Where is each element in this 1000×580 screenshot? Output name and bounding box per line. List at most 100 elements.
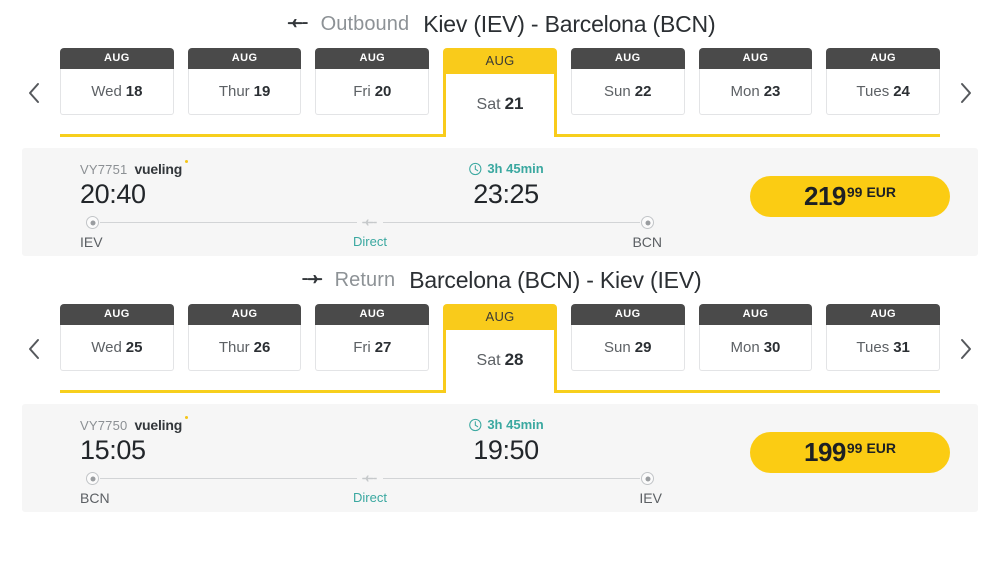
section-outbound: Outbound Kiev (IEV) - Barcelona (BCN) AU… — [0, 0, 1000, 256]
outbound-date-tab-2[interactable]: AUG Fri 20 — [315, 48, 430, 137]
outbound-label: Outbound — [320, 12, 410, 35]
outbound-duration: 3h 45min — [468, 161, 544, 176]
return-header: Return Barcelona (BCN) - Kiev (IEV) — [0, 256, 1000, 304]
route-plane-icon — [357, 470, 383, 488]
chevron-left-icon — [29, 339, 39, 359]
chevron-left-icon — [29, 83, 39, 103]
plane-departure-icon — [285, 11, 311, 37]
plane-arrival-icon — [299, 267, 325, 293]
tab-month: AUG — [187, 304, 302, 325]
tab-day: Wed 25 — [60, 325, 174, 371]
tab-day: Sun 22 — [570, 69, 685, 115]
return-date-tab-2[interactable]: AUG Fri 27 — [315, 304, 430, 393]
tab-month: AUG — [187, 48, 302, 69]
tab-weekday: Mon — [730, 83, 760, 100]
origin-dot-icon — [86, 216, 99, 229]
return-date-tab-4[interactable]: AUG Sun 29 — [570, 304, 685, 393]
tab-month: AUG — [698, 304, 813, 325]
tab-weekday: Thur — [218, 339, 250, 356]
return-date-strip: AUG Wed 25 AUG Thur 26 AUG Fri 27 AUG Sa… — [22, 304, 978, 396]
tab-daynumber: 23 — [763, 83, 781, 100]
tab-daynumber: 29 — [634, 339, 652, 356]
outbound-date-tab-0[interactable]: AUG Wed 18 — [60, 48, 174, 137]
tab-daynumber: 24 — [893, 83, 910, 100]
tab-day: Thur 26 — [187, 325, 302, 371]
return-date-tab-5[interactable]: AUG Mon 30 — [698, 304, 813, 393]
tab-daynumber: 22 — [634, 83, 652, 100]
outbound-date-tab-4[interactable]: AUG Sun 22 — [570, 48, 685, 137]
tab-weekday: Wed — [91, 83, 122, 100]
outbound-flight-card[interactable]: VY7751 vueling 20:40 3h 45min 23:25 Dire… — [22, 148, 978, 256]
tab-weekday: Sun — [604, 83, 631, 100]
tab-day: Wed 18 — [60, 69, 174, 115]
outbound-header: Outbound Kiev (IEV) - Barcelona (BCN) — [0, 0, 1000, 48]
return-date-tab-6[interactable]: AUG Tues 31 — [826, 304, 941, 393]
tab-month: AUG — [315, 48, 430, 69]
tab-day: Mon 23 — [698, 69, 813, 115]
clock-icon — [469, 418, 482, 431]
price-whole: 219 — [803, 181, 846, 211]
origin-dot-icon — [86, 472, 99, 485]
outbound-tabs: AUG Wed 18 AUG Thur 19 AUG Fri 20 AUG Sa… — [60, 48, 941, 140]
outbound-date-tab-1[interactable]: AUG Thur 19 — [187, 48, 302, 137]
return-date-tab-0[interactable]: AUG Wed 25 — [60, 304, 174, 393]
tab-weekday: Mon — [730, 339, 760, 356]
outbound-date-tab-5[interactable]: AUG Mon 23 — [698, 48, 813, 137]
return-next-dates-button[interactable] — [954, 332, 978, 366]
outbound-departure-time: 20:40 — [80, 179, 146, 209]
return-route: Barcelona (BCN) - Kiev (IEV) — [409, 266, 702, 293]
outbound-route-line: Direct IEV BCN — [80, 214, 662, 250]
tab-weekday: Wed — [91, 339, 122, 356]
tab-weekday: Fri — [353, 83, 371, 100]
outbound-route: Kiev (IEV) - Barcelona (BCN) — [423, 10, 716, 37]
outbound-carrier: VY7751 vueling — [80, 160, 189, 177]
tab-month: AUG — [315, 304, 430, 325]
tab-weekday: Fri — [353, 339, 371, 356]
return-label: Return — [334, 268, 396, 291]
tab-month: AUG — [60, 304, 174, 325]
tab-daynumber: 31 — [893, 339, 910, 356]
destination-dot-icon — [641, 216, 654, 229]
return-carrier: VY7750 vueling — [80, 416, 189, 433]
outbound-date-tab-6[interactable]: AUG Tues 24 — [826, 48, 941, 137]
tab-day: Sun 29 — [570, 325, 685, 371]
chevron-right-icon — [961, 339, 971, 359]
outbound-date-tab-3-selected[interactable]: AUG Sat 21 — [443, 48, 557, 137]
tab-weekday: Tues — [856, 83, 890, 100]
tab-day: Mon 30 — [698, 325, 813, 371]
return-prev-dates-button[interactable] — [22, 332, 46, 366]
tab-day: Fri 27 — [315, 325, 430, 371]
return-destination-code: IEV — [639, 490, 662, 506]
tab-weekday: Sat — [476, 96, 501, 113]
clock-icon — [469, 162, 482, 175]
outbound-next-dates-button[interactable] — [954, 76, 978, 110]
return-date-tab-1[interactable]: AUG Thur 26 — [187, 304, 302, 393]
price-currency: EUR — [866, 439, 897, 456]
tab-weekday: Tues — [856, 339, 890, 356]
price-currency: EUR — [866, 183, 897, 200]
tab-day: Tues 31 — [826, 325, 941, 371]
tab-month: AUG — [698, 48, 813, 69]
return-tabs: AUG Wed 25 AUG Thur 26 AUG Fri 27 AUG Sa… — [60, 304, 941, 396]
tab-day: Sat 28 — [443, 330, 557, 393]
return-date-tab-3-selected[interactable]: AUG Sat 28 — [443, 304, 557, 393]
tab-month: AUG — [826, 48, 941, 69]
tab-daynumber: 25 — [125, 339, 143, 356]
outbound-date-strip: AUG Wed 18 AUG Thur 19 AUG Fri 20 AUG Sa… — [22, 48, 978, 140]
price-whole: 199 — [803, 437, 846, 467]
tab-daynumber: 19 — [253, 83, 271, 100]
return-stops-label: Direct — [353, 490, 387, 505]
flight-number: VY7750 — [80, 418, 128, 433]
tab-day: Tues 24 — [826, 69, 941, 115]
outbound-prev-dates-button[interactable] — [22, 76, 46, 110]
tab-month: AUG — [826, 304, 941, 325]
outbound-price-button[interactable]: 219 99 EUR — [750, 176, 950, 217]
tab-month: AUG — [443, 304, 557, 330]
return-flight-card[interactable]: VY7750 vueling 15:05 3h 45min 19:50 Dire… — [22, 404, 978, 512]
chevron-right-icon — [961, 83, 971, 103]
return-price-button[interactable]: 199 99 EUR — [750, 432, 950, 473]
tab-daynumber: 30 — [763, 339, 781, 356]
tab-day: Thur 19 — [187, 69, 302, 115]
tab-month: AUG — [570, 304, 685, 325]
tab-day: Fri 20 — [315, 69, 430, 115]
